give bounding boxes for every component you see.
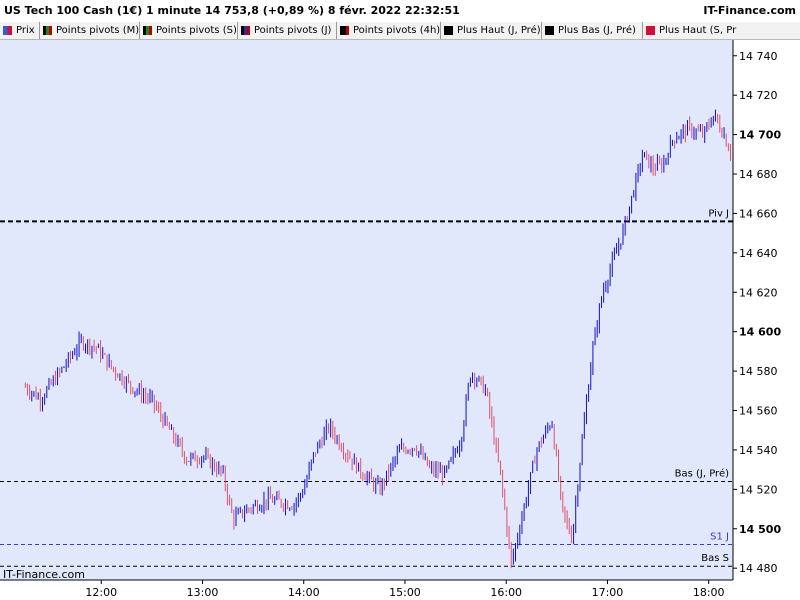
y-tick-label: 14 660 bbox=[739, 207, 778, 220]
y-tick-label: 14 740 bbox=[739, 50, 778, 63]
legend-item-pivots-m[interactable]: Points pivots (M) bbox=[40, 22, 140, 39]
y-tick-label: 14 480 bbox=[739, 562, 778, 575]
level-label: Piv J bbox=[708, 208, 729, 219]
legend-label: Plus Haut (J, Pré) bbox=[457, 25, 541, 36]
legend-label: Points pivots (M) bbox=[56, 25, 140, 36]
level-label: S1 J bbox=[710, 532, 729, 543]
y-tick-label: 14 600 bbox=[739, 326, 781, 339]
chart-title: US Tech 100 Cash (1€) 1 minute 14 753,8 … bbox=[4, 4, 460, 17]
legend-label: Prix bbox=[16, 25, 35, 36]
legend-label: Plus Haut (S, Pr bbox=[659, 25, 737, 36]
level-label: Bas (J, Pré) bbox=[675, 467, 729, 479]
y-tick-label: 14 700 bbox=[739, 129, 781, 142]
watermark: IT-Finance.com bbox=[3, 568, 85, 581]
y-tick-label: 14 540 bbox=[739, 444, 778, 457]
pivot-swatch-icon bbox=[241, 26, 250, 35]
pivot-swatch-icon bbox=[143, 26, 152, 35]
x-tick-label: 12:00 bbox=[85, 586, 117, 599]
legend-label: Points pivots (4h) bbox=[353, 25, 441, 36]
level-label: Bas S bbox=[701, 553, 729, 564]
legend-label: Points pivots (J) bbox=[254, 25, 332, 36]
level-swatch-icon bbox=[545, 26, 554, 35]
y-tick-label: 14 620 bbox=[739, 286, 778, 299]
legend-label: Plus Bas (J, Pré) bbox=[558, 25, 636, 36]
y-tick-label: 14 640 bbox=[739, 247, 778, 260]
pivot-swatch-icon bbox=[340, 26, 349, 35]
x-tick-label: 15:00 bbox=[389, 586, 421, 599]
y-tick-label: 14 560 bbox=[739, 405, 778, 418]
x-tick-label: 17:00 bbox=[592, 586, 624, 599]
legend-item-plus-bas-j[interactable]: Plus Bas (J, Pré) bbox=[542, 22, 643, 39]
chart-header: US Tech 100 Cash (1€) 1 minute 14 753,8 … bbox=[0, 0, 800, 23]
pivot-swatch-icon bbox=[43, 26, 52, 35]
x-tick-label: 13:00 bbox=[187, 586, 219, 599]
indicator-legend: Prix Points pivots (M) Points pivots (S)… bbox=[0, 22, 800, 40]
plot-area[interactable] bbox=[0, 40, 733, 580]
legend-item-pivots-j[interactable]: Points pivots (J) bbox=[238, 22, 337, 39]
legend-item-prix[interactable]: Prix bbox=[0, 22, 40, 39]
y-tick-label: 14 580 bbox=[739, 365, 778, 378]
y-tick-label: 14 680 bbox=[739, 168, 778, 181]
candle-swatch-icon bbox=[3, 26, 12, 35]
y-tick-label: 14 500 bbox=[739, 523, 781, 536]
y-tick-label: 14 720 bbox=[739, 89, 778, 102]
y-tick-label: 14 520 bbox=[739, 483, 778, 496]
level-swatch-icon bbox=[444, 26, 453, 35]
x-tick-label: 14:00 bbox=[288, 586, 320, 599]
x-tick-label: 18:00 bbox=[693, 586, 725, 599]
level-swatch-icon bbox=[646, 26, 655, 35]
legend-item-pivots-4h[interactable]: Points pivots (4h) bbox=[337, 22, 441, 39]
legend-item-plus-haut-s[interactable]: Plus Haut (S, Pr bbox=[643, 22, 800, 39]
brand-label: IT-Finance.com bbox=[703, 4, 796, 17]
legend-item-plus-haut-j[interactable]: Plus Haut (J, Pré) bbox=[441, 22, 542, 39]
legend-label: Points pivots (S) bbox=[156, 25, 237, 36]
x-tick-label: 16:00 bbox=[490, 586, 522, 599]
price-axis-panel bbox=[733, 40, 800, 600]
legend-item-pivots-s[interactable]: Points pivots (S) bbox=[140, 22, 238, 39]
price-chart[interactable]: Piv J Bas (J, Pré) S1 J Bas S 14 480 14 500 1… bbox=[0, 40, 800, 600]
